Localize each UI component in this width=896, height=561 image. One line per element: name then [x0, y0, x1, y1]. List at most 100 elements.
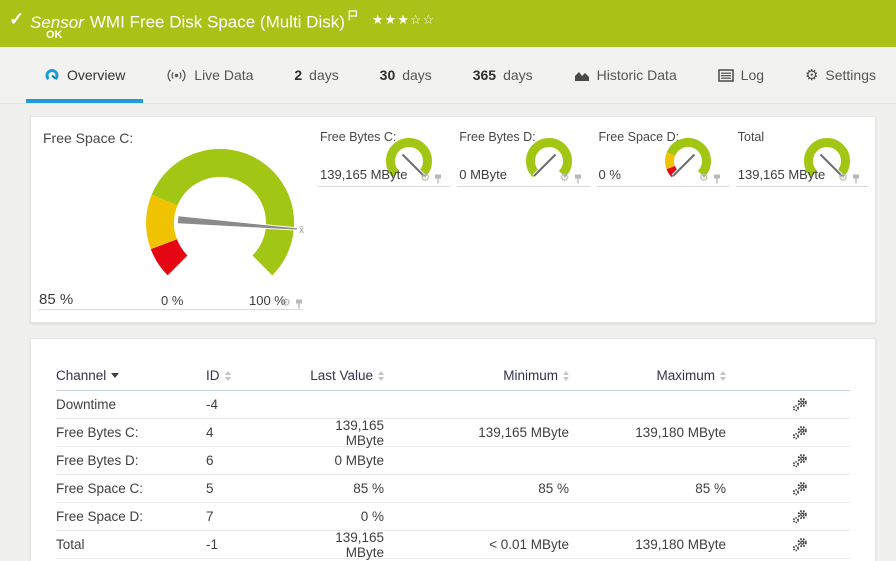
table-row: Free Space C: 5 85 % 85 % 85 %	[56, 475, 850, 503]
main-gauge-scale-min: 0 %	[161, 293, 183, 308]
tab-overview[interactable]: Overview	[26, 47, 143, 103]
tab-2-days[interactable]: 2 days	[276, 47, 356, 103]
flag-icon[interactable]	[348, 6, 358, 26]
main-gauge-actions: ⚙	[281, 298, 303, 309]
tab-2-days-label: days	[309, 67, 339, 83]
pin-icon[interactable]	[434, 174, 442, 184]
cell-id: -1	[206, 537, 294, 552]
channel-gear-icon[interactable]: ⚙	[699, 173, 709, 184]
table-row: Free Space D: 7 0 %	[56, 503, 850, 531]
mini-gauge-value: 0 %	[599, 167, 621, 182]
column-header-last-value[interactable]: Last Value	[310, 368, 384, 383]
cell-maximum: 139,180 MByte	[569, 537, 726, 552]
channel-gear-icon[interactable]: ⚙	[281, 298, 291, 309]
mini-gauge-actions: ⚙	[838, 173, 860, 184]
table-row: Free Bytes D: 6 0 MByte	[56, 447, 850, 475]
cell-last-value: 139,165 MByte	[294, 530, 384, 560]
table-row: Total -1 139,165 MByte < 0.01 MByte 139,…	[56, 531, 850, 559]
column-header-id[interactable]: ID	[206, 368, 231, 383]
mini-gauges-row: Free Bytes C: 139,165 MByte ⚙ Free Bytes…	[318, 117, 875, 187]
column-header-last-value-label: Last Value	[310, 368, 373, 383]
cell-channel: Free Space D:	[56, 509, 206, 524]
mini-gauge-value: 139,165 MByte	[738, 167, 825, 182]
cell-maximum: 139,180 MByte	[569, 425, 726, 440]
pin-icon[interactable]	[295, 299, 303, 309]
cell-last-value: 0 MByte	[294, 453, 384, 468]
channel-settings-gears-icon[interactable]	[792, 537, 808, 552]
tab-30-days-number: 30	[380, 67, 396, 83]
pin-icon[interactable]	[852, 174, 860, 184]
status-badge: OK	[46, 29, 63, 41]
cell-last-value: 0 %	[294, 509, 384, 524]
cell-maximum: 85 %	[569, 481, 726, 496]
sensor-title-line: SensorWMI Free Disk Space (Multi Disk)★★…	[30, 6, 435, 33]
gear-icon: ⚙	[805, 68, 818, 83]
main-gauge-dial: x̄	[86, 127, 346, 297]
cell-minimum: 139,165 MByte	[384, 425, 569, 440]
tab-30-days-label: days	[402, 67, 432, 83]
gauge-icon	[44, 67, 60, 83]
mini-gauge-actions: ⚙	[560, 173, 582, 184]
cell-id: 4	[206, 425, 294, 440]
channel-settings-gears-icon[interactable]	[792, 397, 808, 412]
channel-settings-gears-icon[interactable]	[792, 453, 808, 468]
channel-gear-icon[interactable]: ⚙	[560, 173, 570, 184]
page-title: WMI Free Disk Space (Multi Disk)	[90, 13, 345, 32]
cell-channel: Free Bytes C:	[56, 425, 206, 440]
pin-icon[interactable]	[713, 174, 721, 184]
area-chart-icon	[574, 69, 590, 82]
broadcast-icon	[166, 68, 187, 83]
priority-stars[interactable]: ★★★☆☆	[372, 12, 435, 27]
channel-settings-gears-icon[interactable]	[792, 425, 808, 440]
column-header-minimum[interactable]: Minimum	[503, 368, 569, 383]
divider	[39, 309, 303, 310]
sort-desc-icon	[111, 373, 119, 378]
mini-gauge-label: Total	[738, 130, 764, 144]
cell-last-value: 85 %	[294, 481, 384, 496]
sensor-header: ✓ SensorWMI Free Disk Space (Multi Disk)…	[0, 0, 896, 47]
tab-30-days[interactable]: 30 days	[362, 47, 450, 103]
mini-gauge-free-bytes-d: Free Bytes D: 0 MByte ⚙	[457, 117, 589, 187]
mini-gauge-total: Total 139,165 MByte ⚙	[736, 117, 868, 187]
tab-log[interactable]: Log	[700, 47, 782, 103]
tab-bar: Overview Live Data 2 days 30 days 365 da…	[0, 47, 896, 104]
tab-overview-label: Overview	[67, 67, 125, 83]
main-gauge-free-space-c: Free Space C: x̄ 0 % 100 % 85 % ⚙	[31, 117, 321, 324]
tab-settings[interactable]: ⚙ Settings	[787, 47, 894, 103]
cell-channel: Free Bytes D:	[56, 453, 206, 468]
channel-settings-gears-icon[interactable]	[792, 509, 808, 524]
log-icon	[718, 69, 734, 82]
mini-gauge-actions: ⚙	[699, 173, 721, 184]
mini-gauge-free-bytes-c: Free Bytes C: 139,165 MByte ⚙	[318, 117, 450, 187]
gauges-panel: Free Space C: x̄ 0 % 100 % 85 % ⚙ Free B…	[30, 116, 876, 323]
channel-gear-icon[interactable]: ⚙	[420, 173, 430, 184]
table-row: Free Bytes C: 4 139,165 MByte 139,165 MB…	[56, 419, 850, 447]
column-header-minimum-label: Minimum	[503, 368, 558, 383]
tab-live-data-label: Live Data	[194, 67, 253, 83]
tab-live-data[interactable]: Live Data	[148, 47, 271, 103]
main-gauge-value: 85 %	[39, 291, 73, 308]
sort-icon	[225, 371, 231, 381]
channel-settings-gears-icon[interactable]	[792, 481, 808, 496]
column-header-maximum-label: Maximum	[656, 368, 715, 383]
column-header-channel-label: Channel	[56, 368, 106, 383]
pin-icon[interactable]	[574, 174, 582, 184]
cell-minimum: 85 %	[384, 481, 569, 496]
mini-gauge-value: 0 MByte	[459, 167, 507, 182]
mini-gauge-actions: ⚙	[420, 173, 442, 184]
cell-id: 5	[206, 481, 294, 496]
tab-365-days[interactable]: 365 days	[455, 47, 551, 103]
tab-historic-data[interactable]: Historic Data	[556, 47, 695, 103]
stars-empty: ☆☆	[410, 12, 435, 27]
cell-id: -4	[206, 397, 294, 412]
cell-channel: Free Space C:	[56, 481, 206, 496]
column-header-channel[interactable]: Channel	[56, 368, 119, 383]
channel-gear-icon[interactable]: ⚙	[838, 173, 848, 184]
cell-id: 6	[206, 453, 294, 468]
column-header-maximum[interactable]: Maximum	[656, 368, 726, 383]
cell-id: 7	[206, 509, 294, 524]
cell-minimum: < 0.01 MByte	[384, 537, 569, 552]
column-header-id-label: ID	[206, 368, 220, 383]
cell-last-value: 139,165 MByte	[294, 418, 384, 448]
tab-settings-label: Settings	[825, 67, 876, 83]
